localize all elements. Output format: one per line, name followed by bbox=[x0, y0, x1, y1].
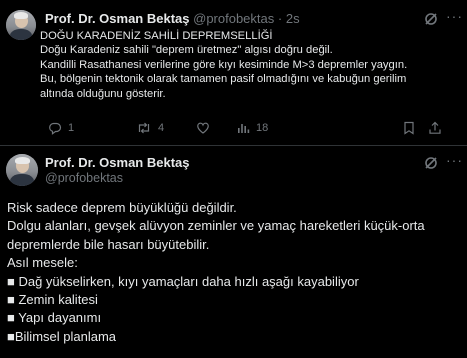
timestamp[interactable]: 2s bbox=[286, 11, 300, 26]
heart-icon bbox=[197, 122, 209, 134]
tweet-line: depremlerde bile hasarı büyütebilir. bbox=[7, 236, 210, 252]
author-handle[interactable]: @profobektas bbox=[193, 11, 274, 26]
separator: · bbox=[277, 11, 283, 26]
bookmark-button[interactable] bbox=[403, 121, 415, 135]
more-dots-icon[interactable]: ··· bbox=[446, 8, 463, 24]
tweet-line: Doğu Karadeniz sahili "deprem üretmez" a… bbox=[40, 44, 333, 57]
reply-icon bbox=[49, 122, 62, 135]
tweet-actions: 1 4 18 bbox=[44, 121, 464, 137]
tweet-1[interactable]: Prof. Dr. Osman Bektaş @profobektas · 2s… bbox=[0, 0, 467, 146]
tweet-line: Dolgu alanları, gevşek alüvyon zeminler … bbox=[7, 218, 425, 234]
tweet-line: ■ Zemin kalitesi bbox=[7, 292, 98, 308]
tweet-line: ■ Yapı dayanımı bbox=[7, 310, 102, 326]
avatar[interactable] bbox=[6, 10, 36, 40]
tweet-title: DOĞU KARADENİZ SAHİLİ DEPREMSELLİĞİ bbox=[40, 30, 273, 42]
avatar[interactable] bbox=[6, 154, 38, 186]
share-icon bbox=[429, 121, 441, 134]
like-button[interactable] bbox=[196, 121, 216, 135]
tweet-1-text: DOĞU KARADENİZ SAHİLİ DEPREMSELLİĞİ Doğu… bbox=[40, 29, 460, 101]
tweet-line: altında olduğunu gösterir. bbox=[40, 87, 166, 100]
tweet-line: Asıl mesele: bbox=[7, 255, 78, 271]
author-handle[interactable]: @profobektas bbox=[45, 171, 123, 185]
tweet-line: ■ Dağ yükselirken, kıyı yamaçları daha h… bbox=[7, 273, 359, 289]
tweet-2-text: Risk sadece deprem büyüklüğü değildir. D… bbox=[7, 199, 462, 346]
reply-count: 1 bbox=[68, 122, 75, 134]
views-button[interactable]: 18 bbox=[236, 121, 268, 135]
grok-icon[interactable] bbox=[424, 156, 438, 170]
tweet-line: Kandilli Rasathanesi verilerine göre kıy… bbox=[40, 58, 408, 71]
tweet-line: Risk sadece deprem büyüklüğü değildir. bbox=[7, 200, 237, 215]
tweet-line: ■Bilimsel planlama bbox=[7, 328, 117, 344]
share-button[interactable] bbox=[428, 121, 442, 135]
grok-icon[interactable] bbox=[424, 12, 438, 26]
views-count: 18 bbox=[256, 122, 269, 134]
repost-count: 4 bbox=[158, 122, 165, 134]
more-dots-icon[interactable]: ··· bbox=[446, 152, 463, 168]
views-icon bbox=[238, 124, 250, 133]
bookmark-icon bbox=[404, 121, 414, 135]
tweet-header: Prof. Dr. Osman Bektaş bbox=[45, 155, 190, 170]
tweet-header: Prof. Dr. Osman Bektaş @profobektas · 2s bbox=[45, 11, 300, 26]
repost-icon bbox=[138, 122, 150, 134]
repost-button[interactable]: 4 bbox=[136, 121, 164, 135]
reply-button[interactable]: 1 bbox=[48, 121, 74, 135]
author-name[interactable]: Prof. Dr. Osman Bektaş bbox=[45, 11, 190, 26]
author-name[interactable]: Prof. Dr. Osman Bektaş bbox=[45, 155, 190, 170]
tweet-line: Bu, bölgenin tektonik olarak tamamen pas… bbox=[40, 73, 407, 86]
